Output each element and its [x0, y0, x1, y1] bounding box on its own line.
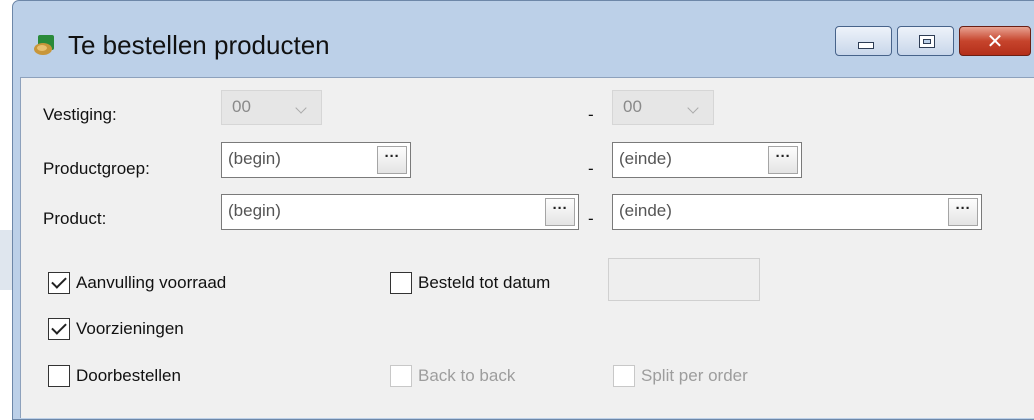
chevron-down-icon: [295, 102, 307, 114]
product-to-browse-button[interactable]: ···: [948, 198, 978, 226]
product-from-browse-button[interactable]: ···: [545, 198, 575, 226]
title-bar[interactable]: Te bestellen producten ✕: [13, 1, 1034, 81]
dialog-window: Te bestellen producten ✕ Vestiging: 00 -…: [12, 0, 1034, 420]
aanvulling-voorraad-label[interactable]: Aanvulling voorraad: [76, 273, 226, 293]
close-icon: ✕: [986, 29, 1004, 53]
product-to-value: (einde): [619, 201, 672, 220]
minimize-icon: [858, 42, 874, 49]
besteld-tot-datum-field[interactable]: [608, 258, 760, 301]
checkmark-icon: [51, 319, 67, 335]
restore-icon: [919, 35, 935, 48]
split-per-order-checkbox[interactable]: [613, 365, 635, 387]
chevron-down-icon: [687, 102, 699, 114]
product-from-value: (begin): [228, 201, 281, 220]
productgroep-from-browse-button[interactable]: ···: [377, 146, 407, 174]
minimize-button[interactable]: [835, 26, 892, 56]
vestiging-to-value: 00: [623, 97, 642, 116]
besteld-tot-datum-label[interactable]: Besteld tot datum: [418, 273, 550, 293]
voorzieningen-checkbox[interactable]: [48, 318, 70, 340]
vestiging-label: Vestiging:: [43, 105, 117, 124]
aanvulling-voorraad-checkbox[interactable]: [48, 272, 70, 294]
productgroep-to-value: (einde): [619, 149, 672, 168]
vestiging-from-value: 00: [232, 97, 251, 116]
product-range-separator: -: [588, 209, 594, 228]
doorbestellen-label[interactable]: Doorbestellen: [76, 366, 181, 386]
form-panel: Vestiging: 00 - 00 Productgroep: (begin)…: [20, 77, 1034, 418]
back-to-back-label[interactable]: Back to back: [418, 366, 515, 386]
doorbestellen-checkbox[interactable]: [48, 365, 70, 387]
background-strip: [0, 0, 12, 403]
productgroep-to-browse-button[interactable]: ···: [768, 146, 798, 174]
product-from-field[interactable]: (begin) ···: [221, 194, 579, 230]
app-window-icon: [34, 35, 54, 55]
besteld-tot-datum-checkbox[interactable]: [390, 272, 412, 294]
split-per-order-label[interactable]: Split per order: [641, 366, 748, 386]
checkmark-icon: [51, 273, 67, 289]
productgroep-from-value: (begin): [228, 149, 281, 168]
product-to-field[interactable]: (einde) ···: [612, 194, 982, 230]
productgroep-range-separator: -: [588, 159, 594, 178]
close-button[interactable]: ✕: [959, 26, 1031, 56]
maximize-button[interactable]: [897, 26, 954, 56]
back-to-back-checkbox[interactable]: [390, 365, 412, 387]
productgroep-label: Productgroep:: [43, 159, 150, 178]
productgroep-from-field[interactable]: (begin) ···: [221, 142, 411, 178]
vestiging-to-select[interactable]: 00: [612, 90, 714, 125]
vestiging-from-select[interactable]: 00: [221, 90, 322, 125]
window-title: Te bestellen producten: [68, 30, 330, 60]
product-label: Product:: [43, 209, 107, 228]
vestiging-range-separator: -: [588, 105, 594, 124]
productgroep-to-field[interactable]: (einde) ···: [612, 142, 802, 178]
voorzieningen-label[interactable]: Voorzieningen: [76, 319, 184, 339]
